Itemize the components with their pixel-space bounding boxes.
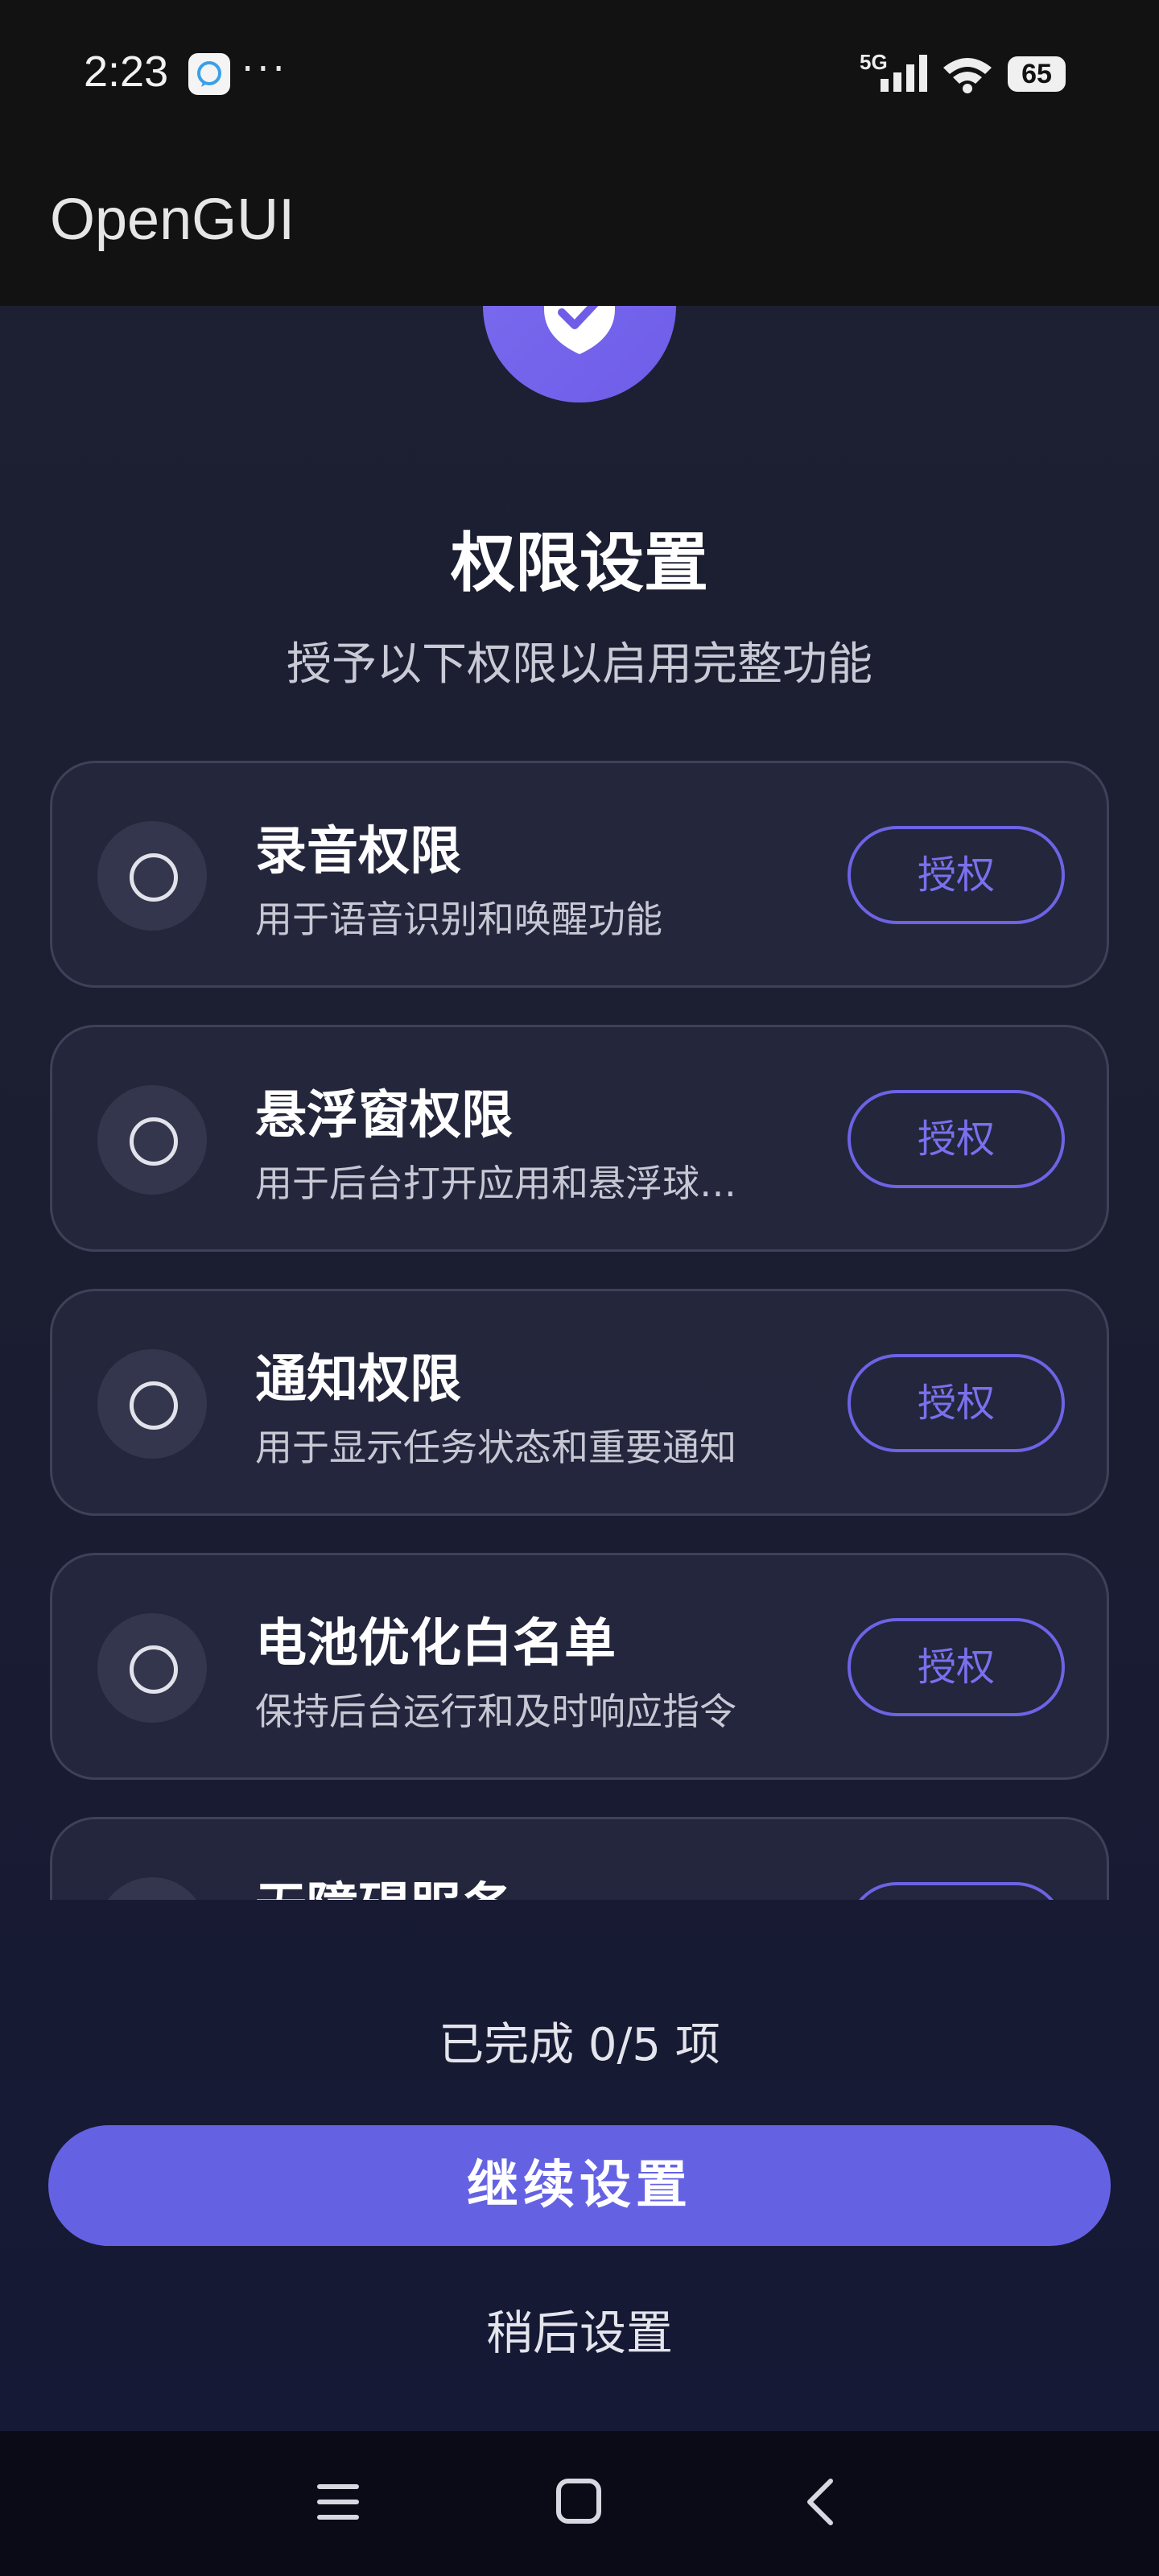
permission-title: 录音权限	[255, 822, 461, 881]
radio-unchecked-icon[interactable]	[97, 821, 207, 931]
status-bar: 2:23 ··· 5G 65	[0, 0, 1159, 145]
page-subtitle: 授予以下权限以启用完整功能	[287, 638, 872, 691]
battery-icon: 65	[1008, 56, 1066, 92]
navigation-bar	[0, 2431, 1159, 2576]
permission-card-battery[interactable]: 电池优化白名单 保持后台运行和及时响应指令 授权	[50, 1553, 1109, 1780]
shield-badge	[483, 306, 676, 402]
permission-card-record-audio[interactable]: 录音权限 用于语音识别和唤醒功能 授权	[50, 761, 1109, 988]
permission-title: 通知权限	[255, 1350, 461, 1410]
wifi-icon	[943, 58, 992, 93]
permission-scroll-area[interactable]: 权限设置 授予以下权限以启用完整功能 录音权限 用于语音识别和唤醒功能 授权 悬…	[0, 306, 1159, 1900]
more-notifications-icon: ···	[241, 47, 288, 92]
permission-screen: 权限设置 授予以下权限以启用完整功能 录音权限 用于语音识别和唤醒功能 授权 悬…	[0, 306, 1159, 2431]
page-title: 权限设置	[451, 526, 708, 601]
permission-description: 用于显示任务状态和重要通知	[255, 1426, 736, 1469]
permission-title: 电池优化白名单	[255, 1614, 616, 1674]
permission-description: 用于语音识别和唤醒功能	[255, 898, 662, 941]
signal-icon	[881, 55, 927, 92]
back-icon[interactable]	[802, 2476, 840, 2528]
radio-unchecked-icon[interactable]	[97, 1877, 207, 1900]
permission-description: 保持后台运行和及时响应指令	[255, 1690, 736, 1733]
continue-setup-button[interactable]: 继续设置	[48, 2125, 1111, 2246]
grant-button[interactable]: 授权	[848, 1882, 1065, 1900]
radio-unchecked-icon[interactable]	[97, 1349, 207, 1459]
permission-card-overlay[interactable]: 悬浮窗权限 用于后台打开应用和悬浮球… 授权	[50, 1025, 1109, 1252]
app-bar: OpenGUI	[0, 145, 1159, 306]
setup-later-button[interactable]: 稍后设置	[419, 2293, 740, 2373]
grant-button[interactable]: 授权	[848, 1354, 1065, 1452]
status-time: 2:23	[84, 47, 169, 96]
radio-unchecked-icon[interactable]	[97, 1613, 207, 1723]
permission-card-notification[interactable]: 通知权限 用于显示任务状态和重要通知 授权	[50, 1289, 1109, 1516]
grant-button[interactable]: 授权	[848, 1618, 1065, 1716]
chat-app-icon	[188, 53, 230, 95]
permission-title: 无障碍服务	[255, 1866, 513, 1900]
grant-button[interactable]: 授权	[848, 1090, 1065, 1188]
app-title: OpenGUI	[50, 188, 295, 252]
home-icon[interactable]	[555, 2478, 602, 2524]
radio-unchecked-icon[interactable]	[97, 1085, 207, 1195]
progress-text: 已完成 0/5 项	[439, 2019, 720, 2071]
permission-card-accessibility[interactable]: 无障碍服务 授权	[50, 1817, 1109, 1900]
permission-description: 用于后台打开应用和悬浮球…	[255, 1162, 736, 1205]
grant-button[interactable]: 授权	[848, 826, 1065, 924]
shield-check-icon	[544, 306, 615, 354]
permission-title: 悬浮窗权限	[255, 1086, 513, 1146]
menu-icon[interactable]	[316, 2479, 361, 2524]
